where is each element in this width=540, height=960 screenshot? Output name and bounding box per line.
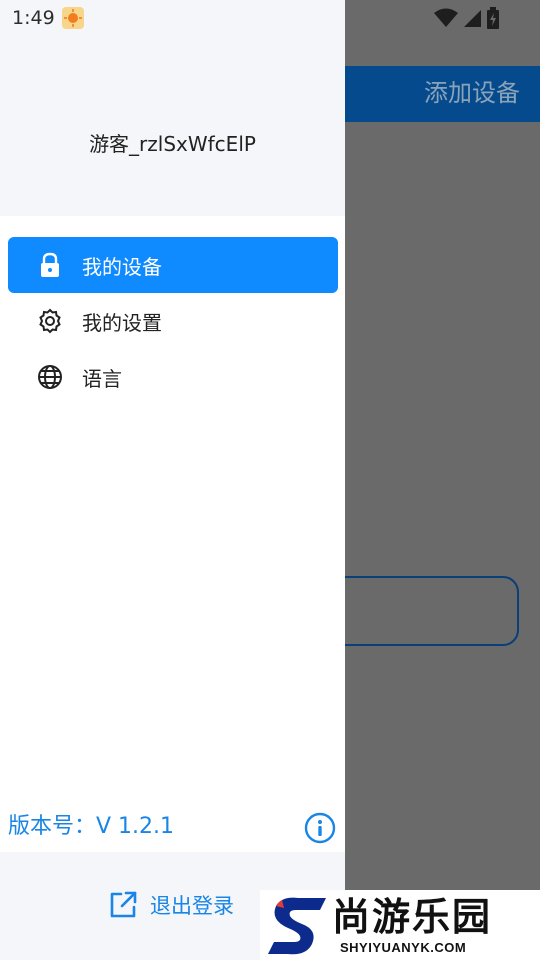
add-device-button[interactable]: 添加设备 [424,76,520,110]
status-time: 1:49 [12,7,55,29]
battery-icon [487,7,499,29]
status-icons [434,6,500,30]
watermark-en: SHYIYUANYK.COM [340,940,467,955]
menu-item-language[interactable]: 语言 [8,349,338,405]
menu-item-my-devices[interactable]: 我的设备 [8,237,338,293]
gear-icon [36,307,64,335]
navigation-drawer: 1:49 游客_rzlSxWfcElP 我的设备 我的设置 语言 版本号：V 1… [0,0,345,960]
globe-icon [36,363,64,391]
external-link-icon [110,891,137,918]
watermark-cn: 尚游乐园 [332,895,493,939]
username: 游客_rzlSxWfcElP [89,132,256,156]
wifi-icon [434,8,458,27]
version-text: 版本号：V 1.2.1 [8,814,175,839]
weather-sun-icon [62,7,84,29]
logout-label: 退出登录 [150,894,234,918]
lock-icon [36,251,64,279]
menu-item-label: 我的设备 [82,254,162,279]
logout-button[interactable]: 退出登录 [108,890,234,920]
menu-item-label: 语言 [82,366,122,391]
signal-icon [464,10,481,27]
info-icon[interactable] [304,812,336,844]
menu-item-my-settings[interactable]: 我的设置 [8,293,338,349]
watermark-s-logo-icon [268,897,326,955]
menu-item-label: 我的设置 [82,310,162,335]
watermark-logo: 尚游乐园 SHYIYUANYK.COM [260,890,540,960]
drawer-header: 1:49 游客_rzlSxWfcElP [0,0,345,216]
